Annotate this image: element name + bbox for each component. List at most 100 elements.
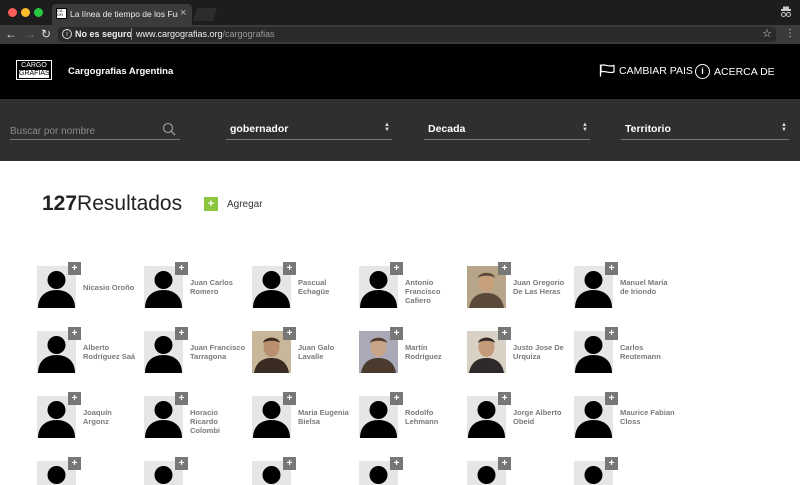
person-name[interactable]: Carlos Reutemann <box>620 343 676 361</box>
add-person-icon[interactable]: + <box>283 457 296 470</box>
person-name[interactable]: Juan Gregorio De Las Heras <box>513 278 569 296</box>
site-title[interactable]: Cargografias Argentina <box>68 66 173 77</box>
add-person-icon[interactable]: + <box>175 262 188 275</box>
person-card[interactable]: + <box>359 457 459 485</box>
about-link[interactable]: i ACERCA DE <box>695 64 775 79</box>
add-person-icon[interactable]: + <box>390 457 403 470</box>
bookmark-star-icon[interactable]: ☆ <box>762 27 772 40</box>
search-icon[interactable] <box>162 122 176 136</box>
add-person-icon[interactable]: + <box>605 457 618 470</box>
minimize-window-button[interactable] <box>21 8 30 17</box>
add-person-icon[interactable]: + <box>68 327 81 340</box>
person-name[interactable]: Jorge Alberto Obeid <box>513 408 569 426</box>
person-card[interactable]: + <box>574 457 674 485</box>
person-name[interactable]: Rodolfo Lehmann <box>405 408 461 426</box>
back-arrow-icon[interactable]: ← <box>5 27 17 41</box>
person-card[interactable]: + Martín Rodríguez <box>359 327 459 375</box>
add-person-icon[interactable]: + <box>605 392 618 405</box>
results-heading: 127 Resultados <box>42 192 182 216</box>
new-tab-button[interactable] <box>192 8 218 21</box>
person-name[interactable]: Alberto Rodríguez Saá <box>83 343 139 361</box>
person-card[interactable]: + Juan Galo Lavalle <box>252 327 352 375</box>
reload-icon[interactable]: ↻ <box>41 27 51 41</box>
person-card[interactable]: + Carlos Reutemann <box>574 327 674 375</box>
add-person-icon[interactable]: + <box>175 457 188 470</box>
select-arrows-icon: ▲ ▼ <box>582 122 588 133</box>
site-header: CARGO GRAFIAS Cargografias Argentina CAM… <box>0 44 800 99</box>
person-card[interactable]: + <box>144 457 244 485</box>
add-person-icon[interactable]: + <box>498 392 511 405</box>
browser-tab[interactable]: CA GR La línea de tiempo de los Func × <box>52 4 192 25</box>
select-arrows-icon: ▲ ▼ <box>781 122 787 133</box>
add-person-icon[interactable]: + <box>68 457 81 470</box>
person-name[interactable]: Juan Galo Lavalle <box>298 343 354 361</box>
add-person-icon[interactable]: + <box>68 262 81 275</box>
add-person-icon[interactable]: + <box>283 327 296 340</box>
decada-select[interactable]: Decada ▲ ▼ <box>424 121 590 140</box>
person-card[interactable]: + Juan Carlos Romero <box>144 262 244 310</box>
url-text[interactable]: www.cargografias.org/cargografias <box>136 29 275 39</box>
maximize-window-button[interactable] <box>34 8 43 17</box>
person-card[interactable]: + Alberto Rodríguez Saá <box>37 327 137 375</box>
add-person-icon[interactable]: + <box>68 392 81 405</box>
close-window-button[interactable] <box>8 8 17 17</box>
person-card[interactable]: + Justo Jose De Urquiza <box>467 327 567 375</box>
select-arrows-icon: ▲ ▼ <box>384 122 390 133</box>
person-name[interactable]: Justo Jose De Urquiza <box>513 343 569 361</box>
add-person-icon[interactable]: + <box>283 392 296 405</box>
add-person-icon[interactable]: + <box>498 327 511 340</box>
person-name[interactable]: Juan Francisco Tarragona <box>190 343 246 361</box>
filter-bar: gobernador ▲▼ Decada ▲▼ Territorio ▲▼ <box>0 99 800 161</box>
address-bar[interactable]: i No es seguro www.cargografias.org/carg… <box>58 27 776 42</box>
browser-tabbar: CA GR La línea de tiempo de los Func × <box>0 0 800 25</box>
info-circle-icon: i <box>695 64 710 79</box>
cargo-select[interactable]: gobernador ▲ ▼ <box>226 121 392 140</box>
person-name[interactable]: Horacio Ricardo Colombi <box>190 408 246 435</box>
browser-menu-icon[interactable]: ⋮ <box>785 28 795 40</box>
person-card[interactable]: + Juan Francisco Tarragona <box>144 327 246 375</box>
person-card[interactable]: + <box>37 457 137 485</box>
add-person-icon[interactable]: + <box>390 327 403 340</box>
person-card[interactable]: + Rodolfo Lehmann <box>359 392 459 440</box>
add-person-icon[interactable]: + <box>390 392 403 405</box>
person-card[interactable]: + Horacio Ricardo Colombi <box>144 392 244 440</box>
person-name[interactable]: Joaquín Argonz <box>83 408 139 426</box>
person-card[interactable]: + Antonio Francisco Cafiero <box>359 262 459 310</box>
person-card[interactable]: + Maurice Fabian Closs <box>574 392 676 440</box>
person-card[interactable]: + Pascual Echagüe <box>252 262 352 310</box>
person-card[interactable]: + Joaquín Argonz <box>37 392 137 440</box>
add-person-icon[interactable]: + <box>175 327 188 340</box>
site-logo[interactable]: CARGO GRAFIAS <box>16 60 52 80</box>
person-card[interactable]: + Juan Gregorio De Las Heras <box>467 262 567 310</box>
search-input[interactable] <box>10 123 158 140</box>
add-person-icon[interactable]: + <box>390 262 403 275</box>
person-name[interactable]: Maurice Fabian Closs <box>620 408 676 426</box>
change-country-link[interactable]: CAMBIAR PAIS <box>599 64 693 77</box>
person-name[interactable]: Pascual Echagüe <box>298 278 354 296</box>
person-name[interactable]: Antonio Francisco Cafiero <box>405 278 461 305</box>
add-button[interactable]: + <box>204 197 218 211</box>
territorio-select[interactable]: Territorio ▲ ▼ <box>621 121 789 140</box>
person-card[interactable]: + Nicasio Oroño <box>37 262 137 310</box>
person-name[interactable]: Manuel María de Iriondo <box>620 278 676 296</box>
person-card[interactable]: + <box>252 457 352 485</box>
person-name[interactable]: Juan Carlos Romero <box>190 278 246 296</box>
person-name[interactable]: Maria Eugenia Bielsa <box>298 408 354 426</box>
tab-close-icon[interactable]: × <box>180 7 186 20</box>
add-label[interactable]: Agregar <box>227 199 263 210</box>
person-card[interactable]: + Manuel María de Iriondo <box>574 262 674 310</box>
add-person-icon[interactable]: + <box>283 262 296 275</box>
add-person-icon[interactable]: + <box>605 327 618 340</box>
person-name[interactable]: Martín Rodríguez <box>405 343 461 361</box>
forward-arrow-icon[interactable]: → <box>24 27 36 41</box>
person-card[interactable]: + Jorge Alberto Obeid <box>467 392 567 440</box>
person-name[interactable]: Nicasio Oroño <box>83 283 139 292</box>
add-person-icon[interactable]: + <box>605 262 618 275</box>
not-secure-label: No es seguro <box>75 29 133 39</box>
add-person-icon[interactable]: + <box>498 262 511 275</box>
person-card[interactable]: + Maria Eugenia Bielsa <box>252 392 352 440</box>
info-icon[interactable]: i <box>62 29 72 39</box>
add-person-icon[interactable]: + <box>175 392 188 405</box>
person-card[interactable]: + <box>467 457 567 485</box>
add-person-icon[interactable]: + <box>498 457 511 470</box>
